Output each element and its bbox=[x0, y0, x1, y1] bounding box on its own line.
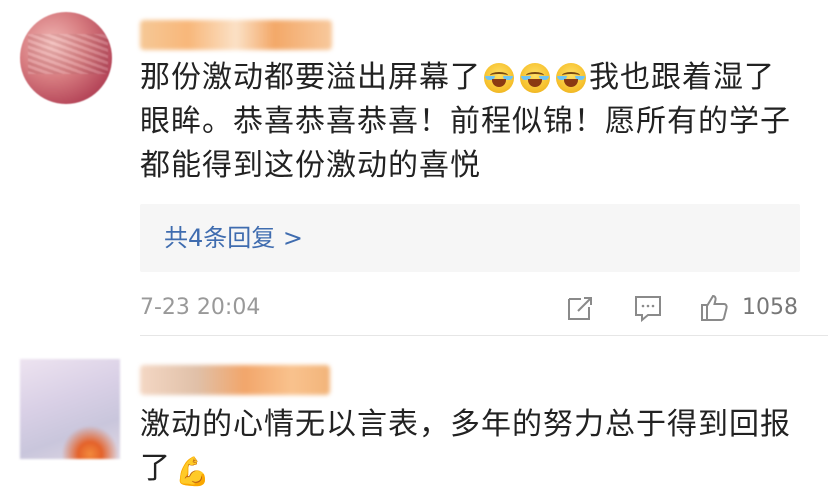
comment-icon[interactable] bbox=[632, 292, 666, 324]
username-obscured[interactable] bbox=[140, 365, 330, 395]
laugh-cry-emoji-icon bbox=[484, 63, 514, 93]
like-icon[interactable] bbox=[698, 292, 732, 324]
replies-box[interactable]: 共4条回复 > bbox=[140, 204, 800, 272]
comment-text-line-1: 激动的心情无以言表，多年的努力总于得到回报 bbox=[140, 407, 791, 442]
like-count: 1058 bbox=[742, 295, 798, 320]
comment-text-line-2: 眼眸。恭喜恭喜恭喜！前程似锦！愿所有的学子 bbox=[140, 104, 791, 139]
comment-text-line-3: 都能得到这份激动的喜悦 bbox=[140, 148, 481, 183]
avatar[interactable] bbox=[20, 359, 120, 459]
avatar[interactable] bbox=[20, 12, 112, 104]
comment-text-segment: 我也跟着湿了 bbox=[589, 60, 775, 95]
comment-text-line-2: 了 💪 bbox=[140, 447, 810, 494]
repost-icon[interactable] bbox=[564, 292, 598, 324]
username-obscured[interactable] bbox=[140, 20, 332, 50]
comment-text-segment: 那份激动都要溢出屏幕了 bbox=[140, 60, 481, 95]
comment-timestamp: 7-23 20:04 bbox=[140, 295, 261, 320]
comment-text: 那份激动都要溢出屏幕了 我也跟着湿了 眼眸。恭喜恭喜恭喜！前程似锦！愿所有的学子 … bbox=[140, 56, 810, 188]
view-replies-link[interactable]: 共4条回复 > bbox=[164, 222, 303, 254]
comment-item: 那份激动都要溢出屏幕了 我也跟着湿了 眼眸。恭喜恭喜恭喜！前程似锦！愿所有的学子 … bbox=[0, 0, 828, 335]
divider bbox=[140, 335, 828, 336]
comment-text: 激动的心情无以言表，多年的努力总于得到回报 了 💪 bbox=[140, 403, 810, 494]
laugh-cry-emoji-icon bbox=[556, 63, 586, 93]
comment-text-segment: 了 bbox=[140, 451, 171, 486]
comment-text-line-1: 那份激动都要溢出屏幕了 我也跟着湿了 bbox=[140, 56, 810, 100]
flexed-biceps-emoji-icon: 💪 bbox=[175, 455, 211, 488]
laugh-cry-emoji-icon bbox=[520, 63, 550, 93]
comment-item: 激动的心情无以言表，多年的努力总于得到回报 了 💪 bbox=[0, 337, 828, 491]
